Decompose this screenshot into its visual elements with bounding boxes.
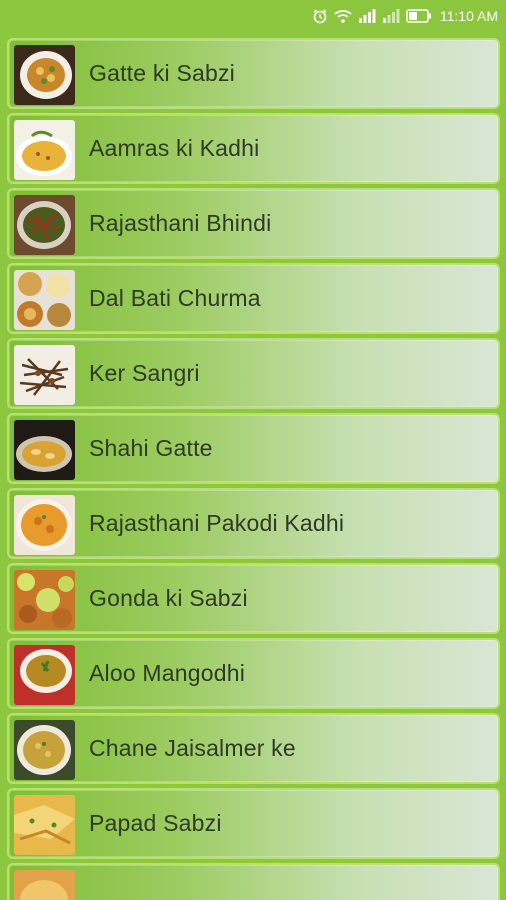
bhindi-photo [14, 195, 75, 255]
aloo-mangodhi-photo [14, 645, 75, 705]
signal-2-icon [382, 9, 400, 23]
partial-item-photo [14, 870, 75, 900]
ker-sangri-photo [14, 345, 75, 405]
signal-icon [358, 9, 376, 23]
recipe-list[interactable]: Gatte ki Sabzi Aamras ki Kadhi Rajasthan… [0, 32, 506, 900]
recipe-name: Rajasthani Bhindi [89, 210, 272, 236]
papad-sabzi-photo [14, 795, 75, 855]
list-item[interactable]: Gatte ki Sabzi [7, 38, 500, 109]
recipe-name: Ker Sangri [89, 360, 200, 386]
list-item[interactable]: Aamras ki Kadhi [7, 113, 500, 184]
status-time: 11:10 AM [439, 8, 498, 24]
list-item[interactable]: Ker Sangri [7, 338, 500, 409]
list-item[interactable]: Aloo Mangodhi [7, 638, 500, 709]
dal-bati-photo [14, 270, 75, 330]
recipe-name: Gatte ki Sabzi [89, 60, 235, 86]
list-item[interactable]: Shahi Gatte [7, 413, 500, 484]
status-bar: 11:10 AM [0, 0, 506, 32]
aamras-kadhi-photo [14, 120, 75, 180]
recipe-name: Aamras ki Kadhi [89, 135, 260, 161]
pakodi-kadhi-photo [14, 495, 75, 555]
recipe-name: Dal Bati Churma [89, 285, 261, 311]
wifi-icon [334, 9, 352, 23]
chane-jaisalmer-photo [14, 720, 75, 780]
recipe-name: Rajasthani Pakodi Kadhi [89, 510, 345, 536]
list-item[interactable]: Rajasthani Bhindi [7, 188, 500, 259]
list-item[interactable]: Dal Bati Churma [7, 263, 500, 334]
recipe-name: Aloo Mangodhi [89, 660, 246, 686]
list-item[interactable]: Papad Sabzi [7, 788, 500, 859]
list-item[interactable]: Chane Jaisalmer ke [7, 713, 500, 784]
recipe-name: Papad Sabzi [89, 810, 222, 836]
alarm-icon [312, 8, 328, 24]
shahi-gatte-photo [14, 420, 75, 480]
recipe-name: Chane Jaisalmer ke [89, 735, 296, 761]
list-item[interactable]: Rajasthani Pakodi Kadhi [7, 488, 500, 559]
recipe-name: Gonda ki Sabzi [89, 585, 248, 611]
recipe-name: Shahi Gatte [89, 435, 213, 461]
gonda-sabzi-photo [14, 570, 75, 630]
list-item[interactable] [7, 863, 500, 900]
list-item[interactable]: Gonda ki Sabzi [7, 563, 500, 634]
battery-icon [406, 9, 432, 23]
gatte-sabzi-photo [14, 45, 75, 105]
